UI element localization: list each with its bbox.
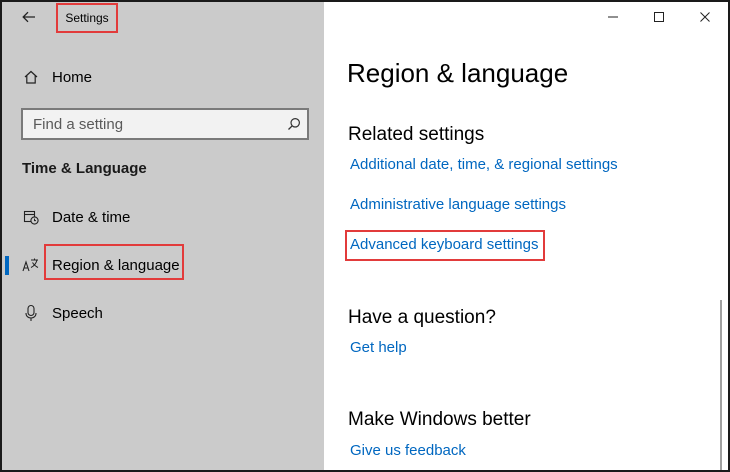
administrative-language-link[interactable]: Administrative language settings xyxy=(350,196,566,213)
language-icon xyxy=(22,256,40,274)
minimize-icon xyxy=(607,10,619,28)
maximize-button[interactable] xyxy=(636,2,682,36)
scrollbar[interactable] xyxy=(720,300,722,470)
additional-date-time-link[interactable]: Additional date, time, & regional settin… xyxy=(350,156,618,173)
back-arrow-icon xyxy=(22,10,36,28)
back-button[interactable] xyxy=(14,6,44,32)
sidebar-item-home[interactable]: Home xyxy=(2,57,324,97)
question-heading: Have a question? xyxy=(348,307,496,328)
sidebar-item-date-time[interactable]: Date & time xyxy=(2,197,324,237)
window-title: Settings xyxy=(56,3,118,33)
main-content: Region & language Related settings Addit… xyxy=(324,2,728,470)
close-icon xyxy=(699,10,711,28)
advanced-keyboard-link[interactable]: Advanced keyboard settings xyxy=(350,236,538,253)
microphone-icon xyxy=(22,304,40,322)
section-title: Time & Language xyxy=(22,160,147,177)
search-box[interactable] xyxy=(21,108,309,140)
search-input[interactable] xyxy=(23,110,283,138)
sidebar-item-label: Speech xyxy=(52,304,103,322)
search-icon[interactable] xyxy=(285,115,303,133)
window-controls xyxy=(590,2,728,36)
page-title: Region & language xyxy=(347,58,569,88)
sidebar: Settings Home Time & Language xyxy=(2,2,324,470)
close-button[interactable] xyxy=(682,2,728,36)
sidebar-item-speech[interactable]: Speech xyxy=(2,293,324,333)
get-help-link[interactable]: Get help xyxy=(350,339,407,356)
maximize-icon xyxy=(653,10,665,28)
home-icon xyxy=(22,68,40,86)
make-windows-better-heading: Make Windows better xyxy=(348,409,531,430)
minimize-button[interactable] xyxy=(590,2,636,36)
sidebar-item-label: Home xyxy=(52,68,93,86)
sidebar-item-label: Date & time xyxy=(52,208,131,226)
calendar-clock-icon xyxy=(22,208,40,226)
related-settings-heading: Related settings xyxy=(348,124,485,145)
settings-window: Settings Home Time & Language xyxy=(0,0,730,472)
give-feedback-link[interactable]: Give us feedback xyxy=(350,442,466,459)
sidebar-item-region-language[interactable]: Region & language xyxy=(2,244,324,285)
active-indicator xyxy=(5,256,9,275)
sidebar-item-label: Region & language xyxy=(52,256,180,274)
